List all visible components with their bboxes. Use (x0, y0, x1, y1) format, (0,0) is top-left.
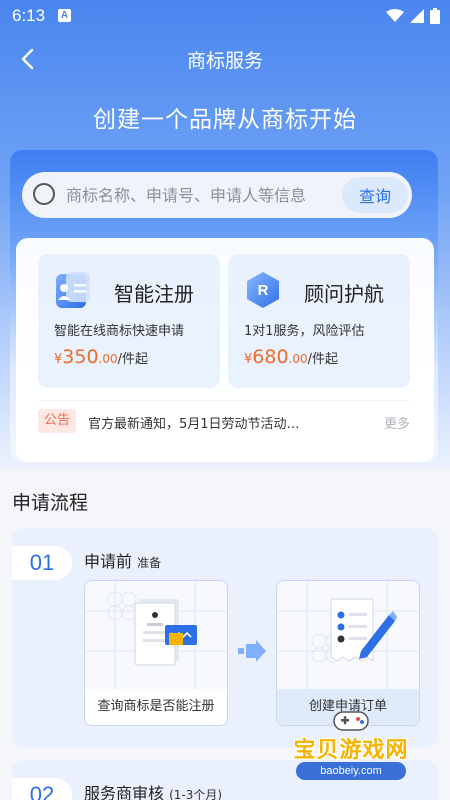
price-integer: 350 (62, 346, 99, 368)
step-subtitle: (1-3个月) (169, 788, 223, 800)
service-card-advisor[interactable]: R 顾问护航 1对1服务，风险评估 ¥680.00/件起 (228, 254, 410, 388)
step-title-main: 申请前 (84, 552, 133, 571)
page-title: 商标服务 (186, 50, 263, 72)
search-bar: 查询 (22, 172, 412, 218)
step-subtitle: 准备 (137, 556, 162, 570)
card-description: 1对1服务，风险评估 (244, 324, 365, 339)
price-unit: /件起 (307, 352, 339, 367)
search-icon (33, 183, 55, 205)
search-input[interactable] (66, 172, 338, 218)
id-card-icon (56, 272, 90, 308)
slogan: 创建一个品牌从商标开始 (93, 107, 357, 133)
card-price: ¥350.00/件起 (54, 346, 148, 368)
battery-icon (430, 8, 440, 24)
nav-bar: 商标服务 (0, 34, 450, 82)
watermark: 宝贝游戏网 baobeiy.com (276, 704, 426, 784)
step-item-query[interactable]: 查询商标是否能注册 (84, 580, 228, 726)
status-bar: 6:13 A (0, 0, 450, 32)
arrow-right-icon (238, 640, 266, 662)
svg-text:R: R (258, 282, 269, 299)
card-title: 智能注册 (114, 282, 194, 306)
checklist-pen-illustration (277, 581, 419, 689)
watermark-text: 宝贝游戏网 (293, 738, 409, 763)
price-integer: 680 (252, 346, 289, 368)
r-badge-icon: R (247, 272, 279, 308)
notice-more-link[interactable]: 更多 (384, 413, 410, 432)
step-number: 02 (12, 778, 72, 800)
watermark-url: baobeiy.com (296, 762, 406, 780)
status-time: 6:13 (12, 6, 46, 25)
signal-icon (410, 9, 424, 23)
notice-tag: 公告 (38, 409, 76, 433)
step-title-main: 服务商审核 (84, 784, 165, 800)
price-decimal: .00 (288, 352, 308, 366)
document-search-illustration (85, 581, 227, 689)
notification-icon: A (58, 9, 71, 22)
price-unit: /件起 (117, 352, 149, 367)
card-description: 智能在线商标快速申请 (54, 324, 185, 339)
gamepad-icon (333, 711, 369, 731)
card-title: 顾问护航 (304, 282, 384, 306)
status-icons (386, 8, 440, 24)
step-title: 服务商审核 (1-3个月) (84, 780, 222, 800)
search-button[interactable]: 查询 (342, 177, 408, 213)
step-number: 01 (12, 546, 72, 580)
service-card-smart-register[interactable]: 智能注册 智能在线商标快速申请 ¥350.00/件起 (38, 254, 220, 388)
card-price: ¥680.00/件起 (244, 346, 338, 368)
notice-text: 官方最新通知，5月1日劳动节活动… (88, 417, 300, 432)
step-item-label: 查询商标是否能注册 (85, 689, 227, 725)
price-decimal: .00 (98, 352, 118, 366)
notice-bar[interactable]: 公告 官方最新通知，5月1日劳动节活动… 更多 (38, 400, 410, 444)
wifi-icon (386, 9, 404, 22)
step-title: 申请前 准备 (84, 548, 161, 572)
section-title: 申请流程 (12, 492, 89, 514)
